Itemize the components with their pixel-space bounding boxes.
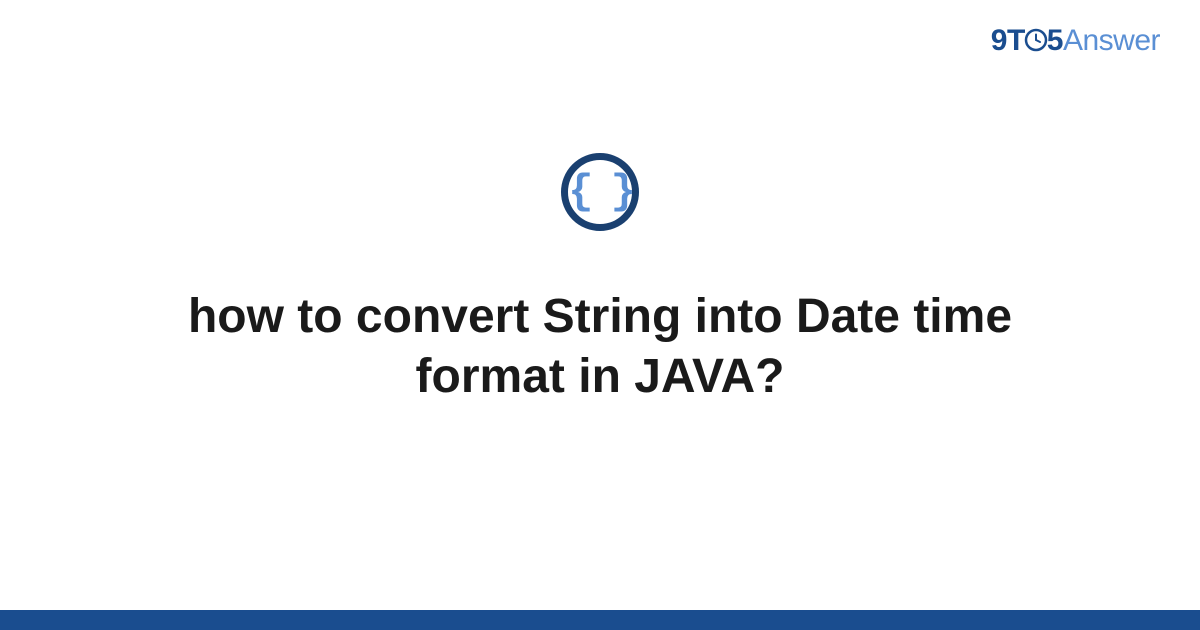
question-title: how to convert String into Date time for… bbox=[120, 287, 1080, 407]
footer-bar bbox=[0, 610, 1200, 630]
topic-icon-ring: { } bbox=[561, 153, 639, 231]
code-braces-icon: { } bbox=[568, 171, 632, 213]
main-content: { } how to convert String into Date time… bbox=[0, 0, 1200, 630]
